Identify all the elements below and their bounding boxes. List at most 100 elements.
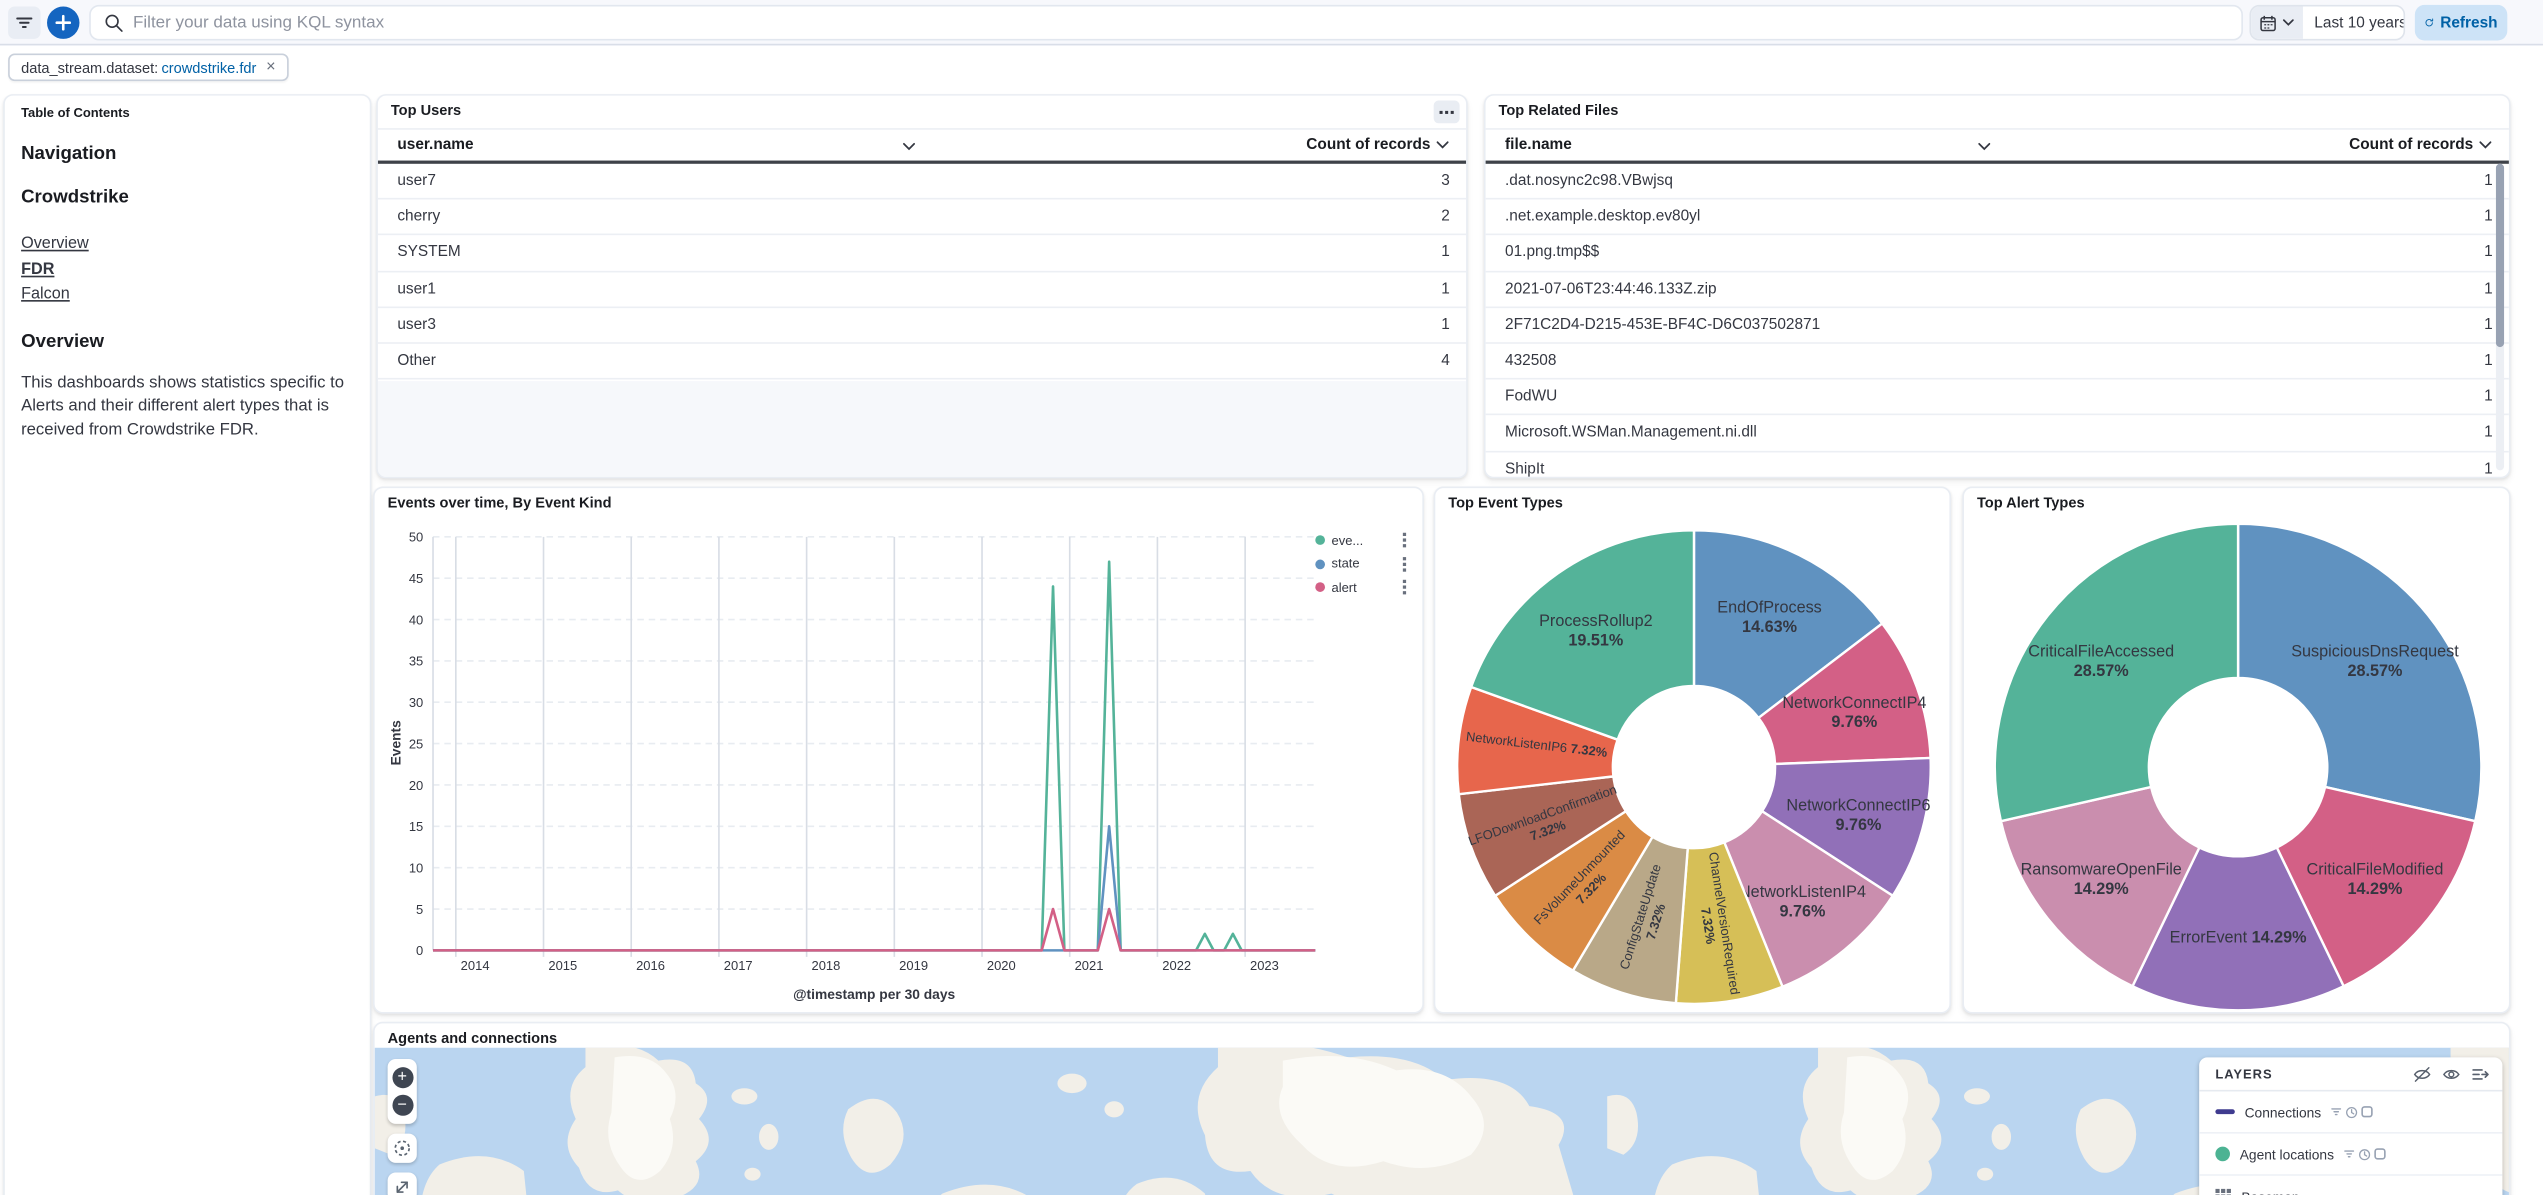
legend-actions-icon[interactable] <box>1400 532 1410 548</box>
cell-name[interactable]: SYSTEM <box>378 244 461 262</box>
layer-filter-icon[interactable] <box>2331 1106 2342 1117</box>
cell-count[interactable]: 1 <box>1441 280 1466 298</box>
cell-name[interactable]: .net.example.desktop.ev80yl <box>1486 208 1701 226</box>
kql-search-input[interactable]: Filter your data using KQL syntax <box>89 5 2243 41</box>
table-row[interactable]: SYSTEM 1 <box>378 236 1466 272</box>
table-row[interactable]: user3 1 <box>378 308 1466 344</box>
cell-name[interactable]: 01.png.tmp$$ <box>1486 244 1600 262</box>
filter-menu-button[interactable] <box>8 6 40 38</box>
events-line-chart[interactable]: 2014201520162017201820192020202120222023… <box>375 488 1424 1013</box>
x-tick-label: 2021 <box>1075 958 1104 973</box>
cell-name[interactable]: user7 <box>378 172 436 190</box>
table-row[interactable]: .net.example.desktop.ev80yl1 <box>1486 200 2509 236</box>
refresh-button[interactable]: Refresh <box>2415 5 2507 41</box>
cell-name[interactable]: Other <box>378 352 436 370</box>
time-range-picker[interactable]: Last 10 years <box>2249 5 2405 41</box>
table-row[interactable]: 2F71C2D4-D215-453E-BF4C-D6C0375028711 <box>1486 308 2509 344</box>
chevron-down-icon[interactable] <box>1977 141 1992 152</box>
cell-name[interactable]: 2F71C2D4-D215-453E-BF4C-D6C037502871 <box>1486 316 1821 334</box>
layer-label: Agent locations <box>2240 1146 2334 1162</box>
cell-name[interactable]: FodWU <box>1486 388 1558 406</box>
layer-item-agent-locations[interactable]: Agent locations <box>2199 1134 2502 1176</box>
legend-item-alert[interactable]: alert <box>1315 579 1409 595</box>
table-row[interactable]: Microsoft.WSMan.Management.ni.dll1 <box>1486 416 2509 452</box>
table-row[interactable]: 4325081 <box>1486 344 2509 380</box>
world-map[interactable] <box>375 1048 2509 1195</box>
fit-to-data-button[interactable] <box>388 1134 417 1163</box>
table-row[interactable]: ShipIt1 <box>1486 452 2509 477</box>
legend-actions-icon[interactable] <box>1400 555 1410 571</box>
layer-filter-icon[interactable] <box>2344 1148 2355 1159</box>
x-tick-label: 2017 <box>724 958 753 973</box>
legend-label: eve... <box>1331 533 1363 548</box>
remove-filter-icon[interactable]: × <box>266 59 275 75</box>
scrollbar-thumb[interactable] <box>2496 164 2504 348</box>
layer-checkbox[interactable] <box>2375 1148 2386 1159</box>
legend-color-dot <box>1315 582 1325 592</box>
table-row[interactable]: .dat.nosync2c98.VBwjsq1 <box>1486 164 2509 200</box>
world-map-basemap <box>375 1048 2511 1195</box>
map-zoom-controls: + − <box>388 1059 417 1124</box>
cell-count[interactable]: 4 <box>1441 352 1466 370</box>
alert-types-donut-chart[interactable]: SuspiciousDnsRequest28.57%CriticalFileMo… <box>1964 488 2511 1013</box>
table-row[interactable]: user7 3 <box>378 164 1466 200</box>
cell-name[interactable]: ShipIt <box>1486 460 1545 477</box>
cell-count[interactable]: 2 <box>1441 208 1466 226</box>
time-range-label[interactable]: Last 10 years <box>2303 6 2405 38</box>
add-filter-button[interactable] <box>47 6 79 38</box>
filter-pill[interactable]: data_stream.dataset: crowdstrike.fdr × <box>8 54 288 82</box>
eye-icon[interactable] <box>2442 1065 2460 1083</box>
column-header-count[interactable]: Count of records <box>2349 136 2509 154</box>
legend-label: alert <box>1331 580 1356 595</box>
x-tick-label: 2015 <box>548 958 577 973</box>
layer-checkbox[interactable] <box>2362 1106 2373 1117</box>
table-row[interactable]: 01.png.tmp$$1 <box>1486 236 2509 272</box>
cell-count[interactable]: 3 <box>1441 172 1466 190</box>
cell-name[interactable]: 432508 <box>1486 352 1557 370</box>
cell-name[interactable]: Microsoft.WSMan.Management.ni.dll <box>1486 424 1757 442</box>
series-alert[interactable] <box>433 909 1315 950</box>
event-types-donut-chart[interactable]: EndOfProcess14.63%NetworkConnectIP49.76%… <box>1435 488 1951 1013</box>
chevron-down-icon[interactable] <box>902 141 917 152</box>
panel-options-icon[interactable] <box>1434 101 1460 124</box>
table-row[interactable]: user1 1 <box>378 272 1466 308</box>
layer-item-basemap[interactable]: Basemap <box>2199 1176 2502 1195</box>
y-tick-label: 5 <box>416 902 423 917</box>
legend-item-state[interactable]: state <box>1315 555 1409 571</box>
table-row[interactable]: Other 4 <box>378 344 1466 380</box>
search-icon <box>104 13 123 32</box>
legend-actions-icon[interactable] <box>1400 579 1410 595</box>
toc-link-fdr[interactable]: FDR <box>21 257 353 282</box>
chevron-down-icon <box>1435 139 1450 150</box>
zoom-in-button[interactable]: + <box>392 1067 413 1088</box>
table-row[interactable]: 2021-07-06T23:44:46.133Z.zip1 <box>1486 272 2509 308</box>
legend-item-event[interactable]: eve... <box>1315 532 1409 548</box>
table-row[interactable]: cherry 2 <box>378 200 1466 236</box>
collapse-layers-icon[interactable] <box>2472 1065 2490 1083</box>
layer-clock-icon[interactable] <box>2358 1147 2371 1160</box>
column-header-user-name[interactable]: user.name <box>378 136 474 154</box>
scrollbar[interactable] <box>2496 164 2504 471</box>
calendar-dropdown[interactable] <box>2251 6 2303 38</box>
cell-name[interactable]: user3 <box>378 316 436 334</box>
zoom-out-button[interactable]: − <box>392 1095 413 1116</box>
column-header-count[interactable]: Count of records <box>1306 136 1466 154</box>
cell-name[interactable]: cherry <box>378 208 440 226</box>
eye-closed-icon[interactable] <box>2413 1065 2431 1083</box>
cell-name[interactable]: 2021-07-06T23:44:46.133Z.zip <box>1486 280 1717 298</box>
cell-count[interactable]: 1 <box>1441 244 1466 262</box>
expand-map-button[interactable] <box>388 1173 417 1195</box>
layer-item-connections[interactable]: Connections <box>2199 1091 2502 1133</box>
layer-mini-icons <box>2331 1105 2373 1118</box>
cell-name[interactable]: .dat.nosync2c98.VBwjsq <box>1486 172 1673 190</box>
series-state[interactable] <box>433 826 1315 950</box>
toc-link-overview[interactable]: Overview <box>21 232 353 257</box>
cell-count[interactable]: 1 <box>1441 316 1466 334</box>
top-users-table-header: user.name Count of records <box>378 128 1466 164</box>
table-row[interactable]: FodWU1 <box>1486 380 2509 416</box>
layer-clock-icon[interactable] <box>2346 1105 2359 1118</box>
panel-top-users: Top Users user.name Count of records use… <box>376 94 1467 478</box>
toc-link-falcon[interactable]: Falcon <box>21 282 353 307</box>
column-header-file-name[interactable]: file.name <box>1486 136 1572 154</box>
cell-name[interactable]: user1 <box>378 280 436 298</box>
